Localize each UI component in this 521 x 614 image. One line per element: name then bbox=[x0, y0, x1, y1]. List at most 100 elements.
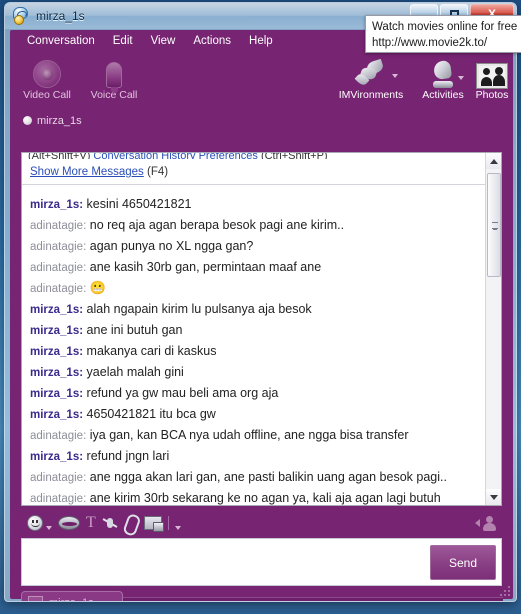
show-more-shortcut: (F4) bbox=[146, 166, 169, 178]
photos-label: Photos bbox=[475, 89, 509, 101]
buzz-icon bbox=[102, 515, 118, 531]
message-emoji: 😬 bbox=[86, 280, 107, 295]
activities-button[interactable]: Activities bbox=[414, 54, 472, 101]
voice-call-button[interactable]: Voice Call bbox=[80, 54, 148, 101]
avatar-toggle-button[interactable] bbox=[475, 515, 496, 531]
status-dot-icon bbox=[23, 116, 32, 125]
imvironments-button[interactable]: IMVironments bbox=[328, 54, 414, 101]
chess-knight-icon bbox=[414, 54, 472, 88]
emoticons-button[interactable] bbox=[27, 515, 52, 531]
font-format-button[interactable]: T bbox=[86, 515, 96, 531]
audibles-button[interactable] bbox=[58, 516, 80, 530]
window-title: mirza_1s bbox=[36, 9, 85, 23]
app-body: Conversation Edit View Actions Help Vide… bbox=[10, 30, 513, 601]
leaf-icon bbox=[328, 54, 414, 88]
message-text: iya gan, kan BCA nya udah offline, ane n… bbox=[86, 428, 409, 442]
message-text: ane ini butuh gan bbox=[83, 323, 183, 337]
buzz-button[interactable] bbox=[102, 515, 118, 531]
message-sender: mirza_1s: bbox=[30, 367, 84, 379]
message-row: adinatagie: 😬 bbox=[30, 278, 485, 299]
message-sender: adinatagie: bbox=[30, 241, 87, 253]
tab-strip-empty-area bbox=[123, 597, 503, 601]
triangle-up-icon bbox=[490, 158, 498, 164]
message-sender: mirza_1s: bbox=[30, 346, 84, 358]
compose-area: Send bbox=[21, 538, 502, 586]
message-text: kesini 4650421821 bbox=[83, 197, 192, 211]
message-sender: adinatagie: bbox=[30, 430, 87, 442]
message-text: 4650421821 itu bca gw bbox=[83, 407, 216, 421]
message-sender: adinatagie: bbox=[30, 262, 87, 274]
message-row: adinatagie: agan punya no XL ngga gan? bbox=[30, 236, 485, 257]
chevron-down-icon[interactable] bbox=[174, 526, 181, 530]
presence-row: mirza_1s bbox=[10, 111, 513, 130]
message-text: yaelah malah gini bbox=[83, 365, 184, 379]
message-text: ane kirim 30rb sekarang ke no agan ya, k… bbox=[86, 491, 441, 505]
message-sender: mirza_1s: bbox=[30, 409, 84, 421]
chevron-left-icon bbox=[475, 519, 480, 527]
ad-tooltip[interactable]: Watch movies online for free http://www.… bbox=[365, 15, 521, 53]
message-row: adinatagie: no req aja agan berapa besok… bbox=[30, 215, 485, 236]
input-toolbar: T bbox=[21, 510, 502, 536]
message-sender: mirza_1s: bbox=[30, 388, 84, 400]
message-row: mirza_1s: yaelah malah gini bbox=[30, 362, 485, 383]
message-row: adinatagie: ane ngga akan lari gan, ane … bbox=[30, 467, 485, 488]
message-row: mirza_1s: kesini 4650421821 bbox=[30, 194, 485, 215]
message-row: adinatagie: ane kasih 30rb gan, perminta… bbox=[30, 257, 485, 278]
ad-tooltip-line2: http://www.movie2k.to/ bbox=[372, 37, 488, 49]
message-sender: mirza_1s: bbox=[30, 451, 84, 463]
screenshot-icon bbox=[143, 516, 164, 532]
menu-item-help[interactable]: Help bbox=[240, 33, 282, 49]
message-text: alah ngapain kirim lu pulsanya aja besok bbox=[83, 302, 312, 316]
show-more-messages-row: Show More Messages (F4) bbox=[22, 160, 501, 185]
message-text: no req aja agan berapa besok pagi ane ki… bbox=[86, 218, 345, 232]
video-call-button[interactable]: Video Call bbox=[13, 54, 81, 101]
chat-window: mirza_1s X Conversation Edit View Action… bbox=[4, 2, 517, 602]
message-row: adinatagie: ane kirim 30rb sekarang ke n… bbox=[30, 488, 485, 505]
photos-button[interactable]: Photos bbox=[470, 54, 514, 101]
message-row: mirza_1s: makanya cari di kaskus bbox=[30, 341, 485, 362]
show-more-messages-link[interactable]: Show More Messages bbox=[30, 166, 144, 178]
menu-item-view[interactable]: View bbox=[142, 33, 185, 49]
conversation-tab-strip: mirza_1s bbox=[10, 588, 513, 601]
message-list: mirza_1s: kesini 4650421821 adinatagie: n… bbox=[22, 191, 485, 505]
triangle-down-icon bbox=[490, 494, 498, 500]
message-sender: adinatagie: bbox=[30, 283, 87, 295]
message-sender: adinatagie: bbox=[30, 220, 87, 232]
chevron-down-icon bbox=[46, 526, 52, 530]
menu-item-edit[interactable]: Edit bbox=[104, 33, 142, 49]
conversation-tab-mirza-1s[interactable]: mirza_1s bbox=[21, 591, 123, 601]
send-button[interactable]: Send bbox=[430, 545, 496, 580]
message-input[interactable] bbox=[22, 539, 425, 585]
imvironments-label: IMVironments bbox=[338, 89, 404, 101]
conversation-tab-label: mirza_1s bbox=[49, 597, 94, 601]
message-row: adinatagie: iya gan, kan BCA nya udah of… bbox=[30, 425, 485, 446]
chevron-down-icon bbox=[458, 76, 464, 80]
message-row: mirza_1s: ane ini butuh gan bbox=[30, 320, 485, 341]
message-scrollbar[interactable] bbox=[485, 153, 501, 505]
attach-file-button[interactable] bbox=[124, 514, 138, 532]
message-sender: adinatagie: bbox=[30, 493, 87, 505]
scrollbar-thumb[interactable] bbox=[487, 173, 501, 277]
main-toolbar: Video Call Voice Call IMVironments Activ… bbox=[10, 52, 513, 111]
mouth-icon bbox=[58, 516, 80, 530]
message-row: mirza_1s: refund ya gw mau beli ama org … bbox=[30, 383, 485, 404]
message-sender: mirza_1s: bbox=[30, 325, 84, 337]
scroll-up-button[interactable] bbox=[486, 153, 501, 169]
paperclip-icon bbox=[121, 512, 140, 534]
history-preferences-link[interactable]: Conversation History Preferences bbox=[93, 153, 257, 159]
resize-grip[interactable] bbox=[498, 584, 510, 596]
menu-item-actions[interactable]: Actions bbox=[184, 33, 240, 49]
message-row: mirza_1s: 4650421821 itu bca gw bbox=[30, 404, 485, 425]
smiley-icon bbox=[27, 515, 43, 531]
activities-label: Activities bbox=[422, 89, 464, 101]
message-text: ane ngga akan lari gan, ane pasti baliki… bbox=[86, 470, 447, 484]
video-call-label: Video Call bbox=[23, 89, 71, 101]
message-text: refund ya gw mau beli ama org aja bbox=[83, 386, 279, 400]
message-row: mirza_1s: refund jngn lari bbox=[30, 446, 485, 467]
menu-item-conversation[interactable]: Conversation bbox=[18, 33, 104, 49]
message-text: refund jngn lari bbox=[83, 449, 170, 463]
message-sender: mirza_1s: bbox=[30, 199, 84, 211]
yahoo-messenger-icon bbox=[12, 7, 30, 25]
scroll-down-button[interactable] bbox=[486, 489, 501, 505]
share-screenshot-button[interactable] bbox=[143, 516, 164, 532]
